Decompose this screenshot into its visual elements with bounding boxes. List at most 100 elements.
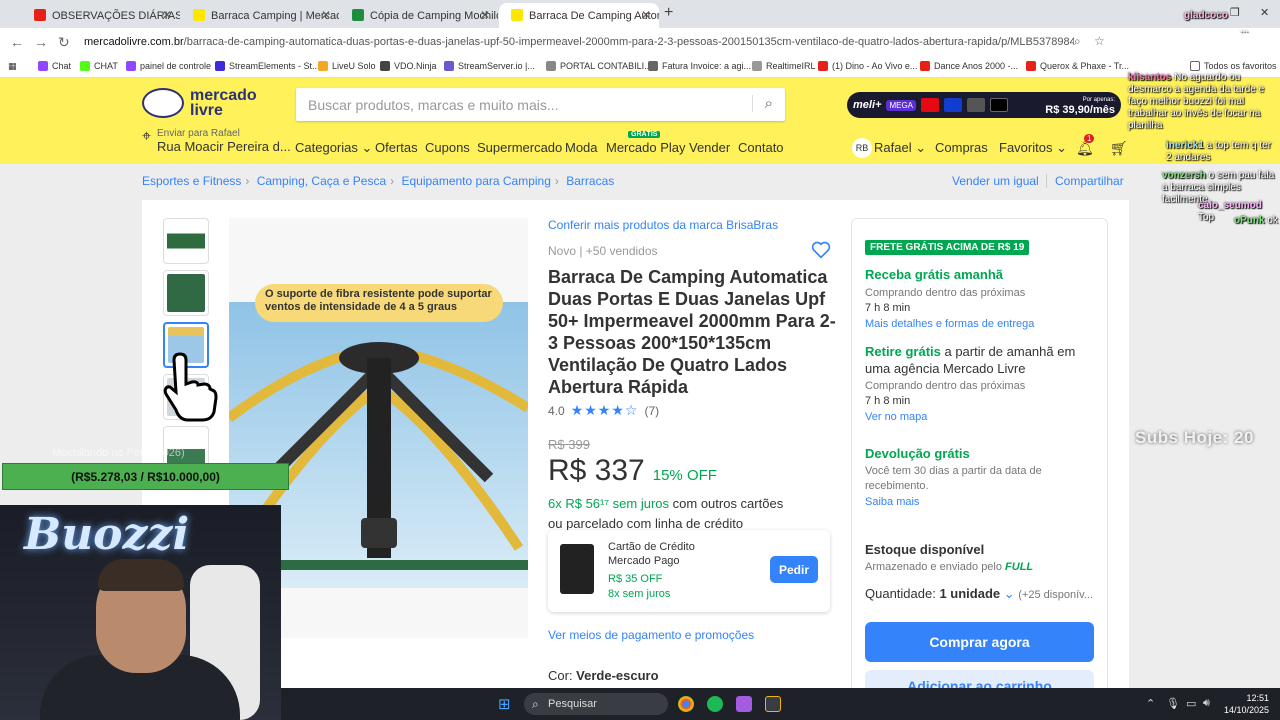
nav-moda[interactable]: Moda [565,140,598,155]
condition-sold: Novo | +50 vendidos [548,244,658,258]
bookmark-item[interactable]: (1) Dino - Ao Vivo e... [818,61,917,71]
maximize-icon[interactable]: ❐ [1230,6,1240,19]
browser-tab[interactable]: OBSERVAÇÕES DIÁRIAS (EP. 29... ✕ [22,3,180,28]
forward-icon[interactable]: → [34,34,48,50]
sheets-icon [352,9,364,21]
breadcrumb-item[interactable]: Esportes e Fitness [142,174,241,188]
frete-badge: FRETE GRÁTIS ACIMA DE R$ 19 [865,240,1030,255]
url-field[interactable]: mercadolivre.com.br/barraca-de-camping-a… [84,32,1074,52]
bookmark-item[interactable]: Fatura Invoice: a agi... [648,61,751,71]
close-tab-icon[interactable]: ✕ [641,8,651,22]
twitch-icon [126,61,136,71]
map-link[interactable]: Ver no mapa [865,409,1100,426]
bookmark-item[interactable]: VDO.Ninja [380,61,437,71]
browser-tab[interactable]: Barraca Camping | MercadoLiv... ✕ [181,3,339,28]
delivery-location[interactable]: ⌖ Enviar para Rafael Rua Moacir Pereira … [142,128,291,154]
avatar[interactable]: RB [852,138,872,158]
chat-message: gladcoco [1184,10,1228,21]
reload-icon[interactable]: ↻ [58,34,70,51]
nav-favoritos[interactable]: Favoritos ⌄ [999,140,1067,156]
nav-compras[interactable]: Compras [935,140,988,155]
chat-message: oPunk ok [1234,215,1278,226]
tray-chevron-icon[interactable]: ⌃ [1146,697,1155,710]
zoom-icon[interactable]: ⌕ [1074,34,1081,49]
nav-cupons[interactable]: Cupons [425,140,470,155]
close-tab-icon[interactable]: ✕ [162,8,172,22]
saiba-mais-link[interactable]: Saiba mais [865,494,1100,511]
streamserver-icon [444,61,454,71]
pedir-button[interactable]: Pedir [770,556,818,583]
bookmark-star-icon[interactable]: ☆ [1094,34,1105,48]
bookmark-item[interactable]: StreamElements - St... [215,61,320,71]
volume-icon[interactable]: 🔊︎ [1203,697,1210,710]
bookmark-item[interactable]: painel de controle [126,61,211,71]
nav-mercado-play[interactable]: Mercado Play [606,140,685,155]
hand-cursor-icon [163,352,218,422]
meli-mega-banner[interactable]: meli+ MEGA Por apenas: R$ 39,90/mês [847,92,1121,118]
user-menu[interactable]: Rafael ⌄ [874,140,926,156]
new-tab-icon[interactable]: + [664,4,673,22]
compartilhar-link[interactable]: Compartilhar [1046,174,1124,188]
bookmark-item[interactable]: Dance Anos 2000 -... [920,61,1018,71]
clock[interactable]: 12:51 14/10/2025 [1224,692,1269,716]
search-input[interactable] [296,88,736,121]
stock-info: Estoque disponível Armazenado e enviado … [865,541,1100,603]
vdo-icon [380,61,390,71]
close-tab-icon[interactable]: ✕ [321,8,331,22]
folder-icon [1190,61,1200,71]
bookmark-item[interactable]: PORTAL CONTABILI... [546,61,652,71]
mic-icon[interactable]: 🎙︎ [1166,697,1180,710]
invoice-icon [648,61,658,71]
quantity-selector[interactable]: Quantidade: 1 unidade ⌄ (+25 disponív... [865,585,1100,603]
nav-vender[interactable]: Vender [689,140,730,155]
payment-methods-link[interactable]: Ver meios de pagamento e promoções [548,628,754,642]
bookmark-item[interactable]: Chat [38,61,71,71]
breadcrumb-item[interactable]: Equipamento para Camping [401,174,550,188]
search-icon[interactable]: ⌕ [751,95,773,112]
webcam-feed: Buozzi [0,505,281,720]
taskbar-search[interactable]: Pesquisar [524,693,668,715]
bookmark-item[interactable]: CHAT [80,61,118,71]
breadcrumb-item[interactable]: Camping, Caça e Pesca [257,174,386,188]
nav-ofertas[interactable]: Ofertas [375,140,418,155]
thumbnail[interactable] [163,218,209,264]
bookmark-item[interactable]: LiveU Solo [318,61,376,71]
browser-tab-bar: OBSERVAÇÕES DIÁRIAS (EP. 29... ✕ Barraca… [0,0,1280,28]
back-icon[interactable]: ← [10,34,24,50]
liveu-icon [318,61,328,71]
browser-tab-active[interactable]: Barraca De Camping Automatic... ✕ [499,3,659,28]
browser-tab[interactable]: Cópia de Camping Mochilozzi... ✕ [340,3,498,28]
windows-start-icon[interactable]: ⊞ [498,695,511,713]
youtube-icon [34,9,46,21]
bookmark-item[interactable]: Querox & Phaxe - Tr... [1026,61,1129,71]
bookmark-item[interactable]: StreamServer.io |... [444,61,535,71]
pickup-info: Retire grátis a partir de amanhã em uma … [865,343,1100,426]
buy-now-button[interactable]: Comprar agora [865,622,1094,662]
kick-icon [80,61,90,71]
brand-link[interactable]: Conferir mais produtos da marca BrisaBra… [548,218,838,232]
close-tab-icon[interactable]: ✕ [480,8,490,22]
breadcrumb-item[interactable]: Barracas [566,174,614,188]
app-icon[interactable] [736,696,752,712]
bookmark-item[interactable]: RealtimeIRL [752,61,816,71]
card-image [560,544,594,594]
bookmarks-folder[interactable]: Todos os favoritos [1190,61,1277,71]
network-icon[interactable]: ▭ [1186,697,1196,710]
cart-icon[interactable]: 🛒︎ [1110,140,1128,157]
close-window-icon[interactable]: ✕ [1260,6,1269,19]
chat-message: inerick1 a top tem q ter 2 andares [1166,140,1272,163]
chrome-icon[interactable] [678,696,694,712]
thumbnail[interactable] [163,270,209,316]
nav-contato[interactable]: Contato [738,140,784,155]
nav-categorias[interactable]: Categorias ⌄ [295,140,372,156]
vender-igual-link[interactable]: Vender um igual [952,174,1039,188]
mercadolivre-logo[interactable]: mercado livre [142,88,257,119]
spotify-icon[interactable] [707,696,723,712]
favorite-heart-icon[interactable] [811,241,831,259]
nav-supermercado[interactable]: Supermercado [477,140,562,155]
rating-stars-icon: ★★★★☆ [570,402,639,418]
rating[interactable]: 4.0 ★★★★☆ (7) [548,402,838,419]
delivery-details-link[interactable]: Mais detalhes e formas de entrega [865,316,1100,333]
app-icon[interactable] [765,696,781,712]
apps-icon[interactable]: ▦ [8,61,17,72]
